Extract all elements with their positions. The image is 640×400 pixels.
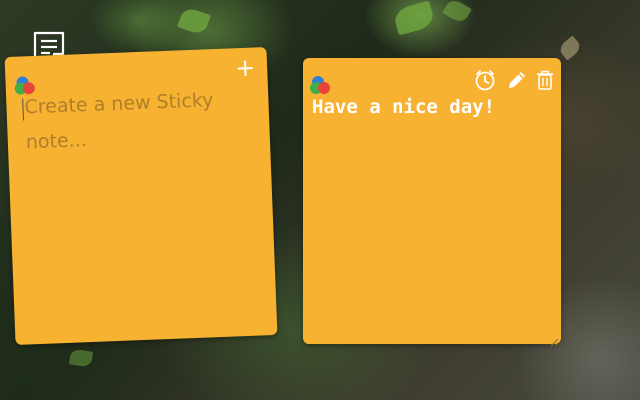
leaf-decoration (392, 0, 436, 36)
alarm-clock-icon[interactable] (473, 68, 497, 92)
sticky-note[interactable]: Have a nice day! (303, 58, 561, 347)
new-sticky-note[interactable]: + Create a new Sticky note... (4, 47, 278, 345)
resize-handle[interactable] (549, 332, 559, 347)
leaf-decoration (68, 348, 94, 368)
pencil-icon[interactable] (505, 68, 529, 92)
trash-icon[interactable] (533, 68, 557, 92)
note-text[interactable]: Have a nice day! (312, 96, 495, 118)
note-placeholder[interactable]: Create a new Sticky note... (24, 82, 237, 160)
add-note-button[interactable]: + (235, 54, 256, 83)
leaf-decoration (442, 0, 472, 25)
leaf-decoration (177, 5, 211, 37)
leaf-decoration (557, 35, 583, 61)
color-picker-icon[interactable] (309, 74, 333, 96)
